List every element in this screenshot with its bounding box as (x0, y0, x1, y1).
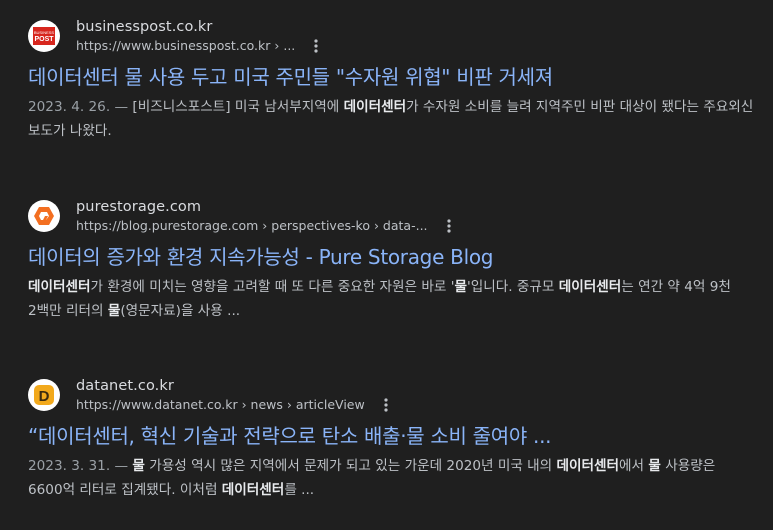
result-title-link[interactable]: 데이터센터 물 사용 두고 미국 주민들 "수자원 위협" 비판 거세져 (28, 63, 758, 91)
snippet-highlight: 물 (454, 279, 467, 295)
result-title-link[interactable]: 데이터의 증가와 환경 지속가능성 - Pure Storage Blog (28, 243, 758, 271)
datanet-logo-text: D (39, 388, 50, 405)
snippet-highlight: 물 (648, 458, 661, 474)
more-options-icon[interactable] (377, 396, 395, 414)
svg-text:BUSINESS: BUSINESS (34, 30, 55, 35)
purestorage-logo-icon (28, 200, 60, 232)
search-result: BUSINESS POST businesspost.co.kr https:/… (28, 15, 758, 143)
snippet-text: 가용성 역시 많은 지역에서 문제가 되고 있는 가운데 2020년 미국 내의 (144, 458, 557, 474)
result-snippet: 2023. 3. 31. — 물 가용성 역시 많은 지역에서 문제가 되고 있… (28, 454, 756, 502)
result-title-link[interactable]: “데이터센터, 혁신 기술과 전략으로 탄소 배출·물 소비 줄여야 ... (28, 422, 758, 450)
result-url: https://www.businesspost.co.kr › ... (76, 38, 296, 53)
snippet-text: '입니다. 중규모 (466, 279, 559, 295)
snippet-highlight: 데이터센터 (558, 279, 622, 295)
snippet-text: 에서 (619, 458, 649, 474)
datanet-logo-icon: D (28, 379, 60, 411)
site-name: businesspost.co.kr (76, 19, 213, 35)
snippet-highlight: 데이터센터 (556, 458, 620, 474)
snippet-highlight: 데이터센터 (221, 482, 285, 498)
businesspost-logo-text: POST (34, 36, 54, 43)
site-name: datanet.co.kr (76, 378, 174, 394)
site-name: purestorage.com (76, 199, 202, 215)
result-date: 2023. 4. 26. — (28, 99, 133, 115)
result-source[interactable]: BUSINESS POST businesspost.co.kr https:/… (28, 15, 758, 57)
snippet-text: (영문자료)을 사용 ... (120, 303, 241, 319)
result-source[interactable]: D datanet.co.kr https://www.datanet.co.k… (28, 374, 758, 416)
more-options-icon[interactable] (440, 217, 458, 235)
snippet-highlight: 물 (107, 303, 121, 319)
businesspost-logo-icon: BUSINESS POST (28, 20, 60, 52)
snippet-highlight: 물 (132, 458, 145, 474)
result-date: 2023. 3. 31. — (28, 458, 133, 474)
snippet-highlight: 데이터센터 (343, 99, 407, 115)
search-result: D datanet.co.kr https://www.datanet.co.k… (28, 374, 758, 502)
snippet-text: [비즈니스포스트] 미국 남서부지역에 (132, 99, 344, 115)
snippet-text: 가 환경에 미치는 영향을 고려할 때 또 다른 중요한 자원은 바로 ' (90, 279, 455, 295)
result-source[interactable]: purestorage.com https://blog.purestorage… (28, 195, 758, 237)
result-snippet: 2023. 4. 26. — [비즈니스포스트] 미국 남서부지역에 데이터센터… (28, 95, 756, 143)
search-result: purestorage.com https://blog.purestorage… (28, 195, 758, 323)
snippet-highlight: 데이터센터 (28, 279, 91, 295)
result-url: https://www.datanet.co.kr › news › artic… (76, 397, 365, 412)
snippet-text: 를 ... (284, 482, 315, 498)
result-url: https://blog.purestorage.com › perspecti… (76, 218, 428, 233)
more-options-icon[interactable] (307, 37, 325, 55)
result-snippet: 데이터센터가 환경에 미치는 영향을 고려할 때 또 다른 중요한 자원은 바로… (28, 275, 756, 323)
